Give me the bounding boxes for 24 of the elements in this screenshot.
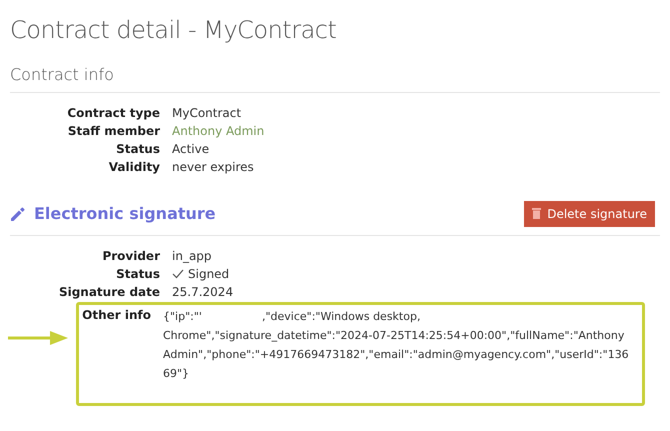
trash-icon [532,208,542,220]
section-heading: Contract info [10,64,660,93]
field-label: Status [115,266,160,282]
field-value: in_app [172,248,213,264]
pencil-icon [10,206,26,222]
field-label: Validity [108,158,160,175]
field-value: 25.7.2024 [172,284,234,300]
page-title: Contract detail - MyContract [10,16,338,45]
field-value: MyContract [172,104,242,121]
field-label: Contract type [66,104,160,121]
field-value: {"ip":"' ,"device":"Windows desktop, Chrome","signature_datetime":"2024-07-25T14:25:54+00:00","fullName":"Anthony Admin","phone":"+4917669473182","email":"admin@myagency.com","userId":"13669"} [163,308,630,382]
field-label: Status [115,140,160,157]
field-value: never expires [172,158,255,175]
delete-button[interactable]: Delete signature [524,200,655,227]
section-heading: Electronic signature [34,204,216,224]
field-label: Signature date [58,284,160,300]
staff-link[interactable]: Anthony Admin [172,124,264,138]
field-label: Staff member [66,122,160,139]
arrow-icon [8,330,68,346]
field-value: Signed [188,266,230,282]
field-label: Other info [81,306,151,324]
field-value: Active [172,140,210,157]
field-label: Provider [101,248,160,264]
check-icon [172,268,184,279]
